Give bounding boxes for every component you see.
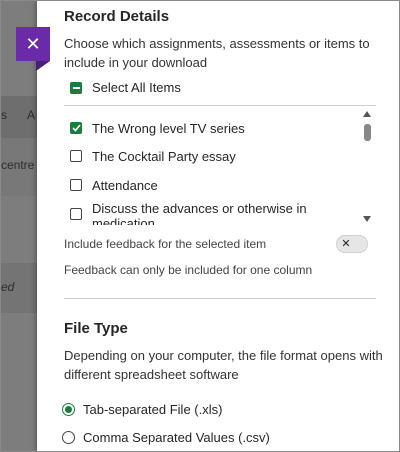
select-all-label: Select All Items [92, 80, 181, 95]
list-item-label: Discuss the advances or otherwise in med… [92, 201, 307, 225]
close-icon: ✕ [341, 238, 351, 250]
radio-comma-separated[interactable]: Comma Separated Values (.csv) [62, 430, 270, 445]
list-item-checkbox[interactable]: Attendance [70, 178, 350, 193]
divider [64, 298, 376, 299]
list-item-checkbox[interactable]: Discuss the advances or otherwise in med… [70, 201, 350, 225]
record-details-heading: Record Details [64, 8, 170, 25]
checkbox-icon [70, 208, 82, 220]
include-feedback-label: Include feedback for the selected item [64, 237, 267, 251]
screen: s A centre ed Record Details Choose whic… [0, 0, 400, 452]
scrollbar-thumb[interactable] [364, 124, 371, 141]
items-list[interactable]: The Wrong level TV series The Cocktail P… [64, 109, 376, 225]
checkbox-icon [70, 150, 82, 162]
close-button[interactable]: ✕ [16, 27, 50, 71]
select-all-checkbox[interactable]: Select All Items [70, 80, 181, 95]
checkmark-icon [70, 122, 82, 134]
radio-label: Tab-separated File (.xls) [83, 402, 223, 417]
background-text: centre [1, 158, 35, 172]
feedback-note: Feedback can only be included for one co… [64, 263, 313, 277]
list-item-checkbox[interactable]: The Wrong level TV series [70, 121, 350, 136]
include-feedback-toggle[interactable]: ✕ [336, 235, 368, 253]
divider [64, 105, 376, 106]
background-text: A [27, 108, 36, 122]
background-text: s [1, 108, 7, 122]
background-text: ed [1, 280, 15, 294]
close-icon: ✕ [25, 34, 41, 54]
checkbox-icon [70, 179, 82, 191]
download-options-panel: Record Details Choose which assignments,… [37, 1, 399, 451]
list-item-label: The Wrong level TV series [92, 121, 245, 136]
list-item-checkbox[interactable]: The Cocktail Party essay [70, 149, 350, 164]
file-type-description: Depending on your computer, the file for… [64, 348, 383, 382]
radio-selected-icon [62, 403, 75, 416]
scroll-up-arrow-icon[interactable] [363, 111, 371, 117]
radio-icon [62, 431, 75, 444]
file-type-heading: File Type [64, 320, 128, 337]
record-details-description: Choose which assignments, assessments or… [64, 36, 370, 70]
indeterminate-checkbox-icon [70, 81, 82, 94]
background-page: s A centre ed [1, 1, 41, 451]
list-item-label: The Cocktail Party essay [92, 149, 236, 164]
radio-label: Comma Separated Values (.csv) [83, 430, 270, 445]
scroll-down-arrow-icon[interactable] [363, 216, 371, 222]
radio-tab-separated[interactable]: Tab-separated File (.xls) [62, 402, 222, 417]
list-item-label: Attendance [92, 178, 158, 193]
